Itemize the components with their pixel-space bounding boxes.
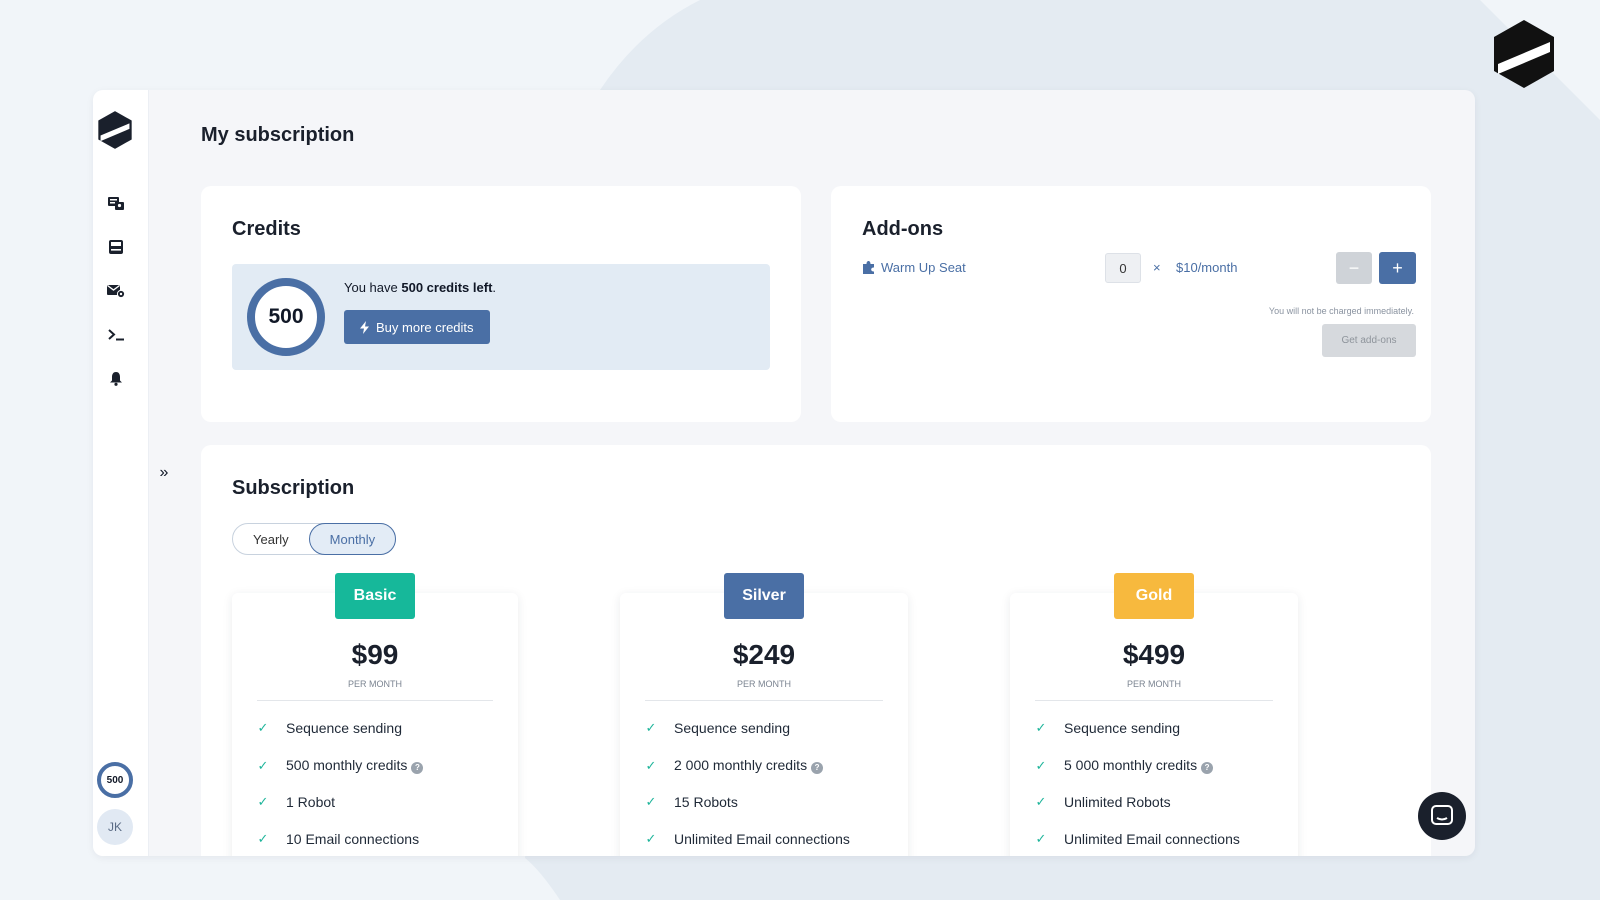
plan-feature: ✓ Sequence sending: [644, 720, 790, 736]
feature-label: Unlimited Email connections: [674, 831, 850, 847]
check-icon: ✓: [257, 794, 269, 809]
buy-more-credits-label: Buy more credits: [376, 319, 474, 335]
plan-feature: ✓ Sequence sending: [1034, 720, 1180, 736]
divider: [1035, 700, 1273, 701]
check-icon: ✓: [1035, 757, 1047, 773]
billing-period-toggle: Yearly Monthly: [232, 523, 397, 555]
credits-summary: 500 You have 500 credits left. Buy more …: [232, 264, 770, 370]
plan-badge: Basic: [335, 573, 415, 619]
page-title: My subscription: [201, 124, 355, 146]
check-icon: ✓: [1035, 794, 1047, 809]
addons-title: Add-ons: [862, 218, 944, 240]
terminal-icon[interactable]: [105, 324, 127, 346]
plan-feature: ✓ Unlimited Robots: [1034, 794, 1171, 810]
puzzle-icon: [863, 261, 874, 274]
buy-more-credits-button[interactable]: Buy more credits: [344, 310, 490, 344]
credits-remaining-text: You have 500 credits left.: [344, 280, 496, 295]
plan-feature: ✓ 5 000 monthly credits?: [1034, 757, 1214, 774]
feature-label: Sequence sending: [1064, 720, 1180, 736]
check-icon: ✓: [645, 794, 657, 809]
check-icon: ✓: [1035, 720, 1047, 735]
contacts-icon[interactable]: [105, 192, 127, 214]
plan-feature: ✓ Unlimited Email connections: [1034, 831, 1240, 847]
feature-label: Unlimited Email connections: [1064, 831, 1240, 847]
app-window: 500 JK » My subscription Credits 500 You…: [93, 90, 1475, 856]
check-icon: ✓: [645, 720, 657, 735]
addon-unit-price: $10/month: [1176, 260, 1238, 275]
app-logo-icon[interactable]: [97, 110, 133, 150]
addons-card: Add-ons Warm Up Seat 0 × $10/month − + Y…: [831, 186, 1431, 422]
feature-label: 10 Email connections: [286, 831, 420, 847]
plan-period: PER MONTH: [348, 679, 402, 689]
addon-name-label: Warm Up Seat: [881, 260, 966, 275]
get-addons-button[interactable]: Get add-ons: [1322, 324, 1416, 357]
plan-feature: ✓ 2 000 monthly credits?: [644, 757, 824, 774]
feature-label: 15 Robots: [674, 794, 738, 810]
addon-quantity-input[interactable]: 0: [1105, 253, 1141, 283]
feature-label: 1 Robot: [286, 794, 336, 810]
info-icon[interactable]: ?: [1201, 762, 1214, 774]
plan-period: PER MONTH: [737, 679, 791, 689]
check-icon: ✓: [1035, 831, 1047, 846]
plan-feature: ✓ 15 Robots: [644, 794, 738, 810]
plan-feature: ✓ Sequence sending: [256, 720, 402, 736]
inbox-icon[interactable]: [105, 236, 127, 258]
divider: [257, 700, 493, 701]
subscription-card: Subscription Yearly Monthly Basic $99 PE…: [201, 445, 1431, 856]
check-icon: ✓: [257, 720, 269, 735]
bell-icon[interactable]: [105, 368, 127, 390]
check-icon: ✓: [257, 757, 269, 773]
divider: [645, 700, 883, 701]
credits-ring: 500: [247, 278, 325, 356]
plan-price: $249: [732, 639, 796, 670]
decrease-quantity-button[interactable]: −: [1336, 252, 1372, 284]
plan-card-basic[interactable]: Basic $99 PER MONTH ✓ Sequence sending ✓ 5…: [232, 573, 518, 856]
user-avatar[interactable]: JK: [97, 809, 133, 845]
feature-label: Sequence sending: [674, 720, 790, 736]
chat-icon: [1431, 805, 1453, 825]
credits-text-suffix: .: [492, 280, 497, 295]
plan-price: $99: [351, 639, 399, 670]
plan-badge: Gold: [1114, 573, 1194, 619]
plan-feature: ✓ 10 Email connections: [256, 831, 420, 847]
plan-feature: ✓ 1 Robot: [256, 794, 336, 810]
plan-price: $499: [1122, 639, 1186, 670]
plan-feature: ✓ Unlimited Email connections: [644, 831, 850, 847]
plan-feature: ✓ 500 monthly credits?: [256, 757, 424, 774]
charge-notice: You will not be charged immediately.: [1268, 306, 1414, 316]
sidebar-credits-badge[interactable]: 500: [97, 762, 133, 798]
lightning-icon: [360, 320, 369, 334]
feature-label: 500 monthly credits: [286, 757, 408, 773]
plan-card-gold[interactable]: Gold $499 PER MONTH ✓ Sequence sending ✓ 5…: [1010, 573, 1298, 856]
subscription-title: Subscription: [232, 477, 355, 499]
credits-card: Credits 500 You have 500 credits left. B…: [201, 186, 801, 422]
addon-warm-up-seat: Warm Up Seat: [862, 260, 966, 275]
plan-period: PER MONTH: [1127, 679, 1181, 689]
multiply-sign: ×: [1153, 260, 1161, 275]
credits-text-bold: 500 credits left: [401, 280, 493, 295]
increase-quantity-button[interactable]: +: [1379, 252, 1416, 284]
info-icon[interactable]: ?: [811, 762, 824, 774]
check-icon: ✓: [645, 831, 657, 846]
info-icon[interactable]: ?: [411, 762, 424, 774]
billing-monthly-option[interactable]: Monthly: [308, 523, 397, 555]
sidebar: 500 JK: [93, 90, 149, 856]
plan-badge: Silver: [724, 573, 804, 619]
chat-support-button[interactable]: [1418, 792, 1466, 840]
credits-title: Credits: [232, 218, 301, 240]
check-icon: ✓: [645, 757, 657, 773]
feature-label: 2 000 monthly credits: [674, 757, 808, 773]
feature-label: 5 000 monthly credits: [1064, 757, 1198, 773]
brand-logo-icon: [1494, 20, 1554, 88]
plan-card-silver[interactable]: Silver $249 PER MONTH ✓ Sequence sending …: [620, 573, 908, 856]
billing-yearly-option[interactable]: Yearly: [233, 524, 309, 554]
check-icon: ✓: [257, 831, 269, 846]
credits-text-prefix: You have: [344, 280, 402, 295]
feature-label: Sequence sending: [286, 720, 402, 736]
expand-sidebar-button[interactable]: »: [156, 464, 172, 482]
email-settings-icon[interactable]: [105, 280, 127, 302]
feature-label: Unlimited Robots: [1064, 794, 1171, 810]
